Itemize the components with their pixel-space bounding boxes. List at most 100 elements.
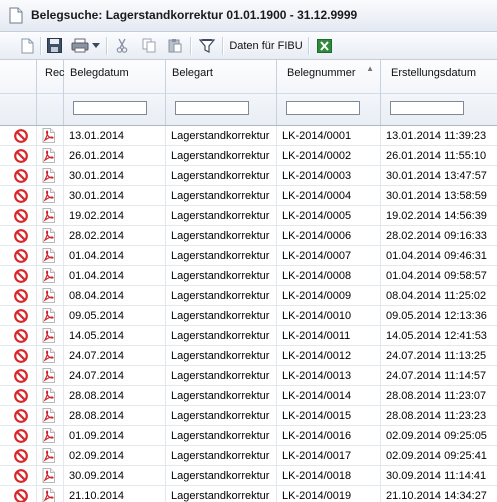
belegnummer-cell: LK-2014/0009 <box>277 286 381 306</box>
pdf-icon[interactable] <box>42 288 55 306</box>
paste-icon[interactable] <box>166 36 184 55</box>
belegart-cell: Lagerstandkorrektur <box>166 446 277 466</box>
pdf-icon[interactable] <box>42 168 55 186</box>
pdf-icon[interactable] <box>42 308 55 326</box>
table-row[interactable]: 28.08.2014 Lagerstandkorrektur LK-2014/001… <box>0 386 497 406</box>
filter-belegnummer[interactable] <box>286 101 360 115</box>
pdf-icon[interactable] <box>42 188 55 206</box>
cancel-icon[interactable] <box>14 489 28 502</box>
status-cell <box>0 166 37 186</box>
belegdatum-cell: 28.02.2014 <box>64 226 166 246</box>
column-header-rec[interactable]: Rec <box>37 60 65 125</box>
belegnummer-cell: LK-2014/0017 <box>277 446 381 466</box>
cancel-icon[interactable] <box>14 369 28 386</box>
pdf-icon[interactable] <box>42 488 55 502</box>
rec-cell <box>37 326 64 346</box>
pdf-icon[interactable] <box>42 148 55 166</box>
column-header-belegnummer[interactable]: Belegnummer ▲ <box>277 60 381 125</box>
status-cell <box>0 466 37 486</box>
cancel-icon[interactable] <box>14 389 28 406</box>
pdf-icon[interactable] <box>42 268 55 286</box>
cancel-icon[interactable] <box>14 249 28 266</box>
cancel-icon[interactable] <box>14 469 28 486</box>
belegart-cell: Lagerstandkorrektur <box>166 366 277 386</box>
belegnummer-cell: LK-2014/0006 <box>277 226 381 246</box>
pdf-icon[interactable] <box>42 248 55 266</box>
belegnummer-cell: LK-2014/0010 <box>277 306 381 326</box>
belegnummer-cell: LK-2014/0004 <box>277 186 381 206</box>
cancel-icon[interactable] <box>14 229 28 246</box>
pdf-icon[interactable] <box>42 388 55 406</box>
table-row[interactable]: 28.08.2014 Lagerstandkorrektur LK-2014/001… <box>0 406 497 426</box>
pdf-icon[interactable] <box>42 368 55 386</box>
table-row[interactable]: 21.10.2014 Lagerstandkorrektur LK-2014/001… <box>0 486 497 502</box>
copy-icon[interactable] <box>140 36 158 55</box>
cancel-icon[interactable] <box>14 189 28 206</box>
cancel-icon[interactable] <box>14 129 28 146</box>
belegnummer-cell: LK-2014/0016 <box>277 426 381 446</box>
erstellungsdatum-cell: 30.01.2014 13:58:59 <box>386 190 487 202</box>
filter-belegdatum[interactable] <box>73 101 147 115</box>
belegdatum-cell: 28.08.2014 <box>64 386 166 406</box>
table-row[interactable]: 01.04.2014 Lagerstandkorrektur LK-2014/000… <box>0 246 497 266</box>
cancel-icon[interactable] <box>14 429 28 446</box>
table-row[interactable]: 24.07.2014 Lagerstandkorrektur LK-2014/001… <box>0 346 497 366</box>
cancel-icon[interactable] <box>14 269 28 286</box>
pdf-icon[interactable] <box>42 408 55 426</box>
table-row[interactable]: 30.09.2014 Lagerstandkorrektur LK-2014/001… <box>0 466 497 486</box>
table-row[interactable]: 28.02.2014 Lagerstandkorrektur LK-2014/000… <box>0 226 497 246</box>
cancel-icon[interactable] <box>14 449 28 466</box>
belegnummer-cell: LK-2014/0011 <box>277 326 381 346</box>
pdf-icon[interactable] <box>42 228 55 246</box>
table-row[interactable]: 26.01.2014 Lagerstandkorrektur LK-2014/000… <box>0 146 497 166</box>
erstellungsdatum-cell: 13.01.2014 11:39:23 <box>386 130 487 142</box>
pdf-icon[interactable] <box>42 128 55 146</box>
pdf-icon[interactable] <box>42 428 55 446</box>
save-icon[interactable] <box>45 36 63 55</box>
cancel-icon[interactable] <box>14 329 28 346</box>
pdf-icon[interactable] <box>42 208 55 226</box>
filter-belegart[interactable] <box>175 101 249 115</box>
print-dropdown-icon[interactable] <box>91 36 101 55</box>
toolbar-separator <box>222 37 224 55</box>
belegart-cell: Lagerstandkorrektur <box>166 246 277 266</box>
cut-icon[interactable] <box>113 36 131 55</box>
cancel-icon[interactable] <box>14 289 28 306</box>
column-header-belegart[interactable]: Belegart <box>166 60 277 125</box>
table-row[interactable]: 30.01.2014 Lagerstandkorrektur LK-2014/000… <box>0 186 497 206</box>
print-icon[interactable] <box>70 36 90 55</box>
cancel-icon[interactable] <box>14 209 28 226</box>
filter-icon[interactable] <box>197 36 217 55</box>
toolbar-separator <box>308 37 310 55</box>
table-row[interactable]: 01.04.2014 Lagerstandkorrektur LK-2014/000… <box>0 266 497 286</box>
pdf-icon[interactable] <box>42 328 55 346</box>
table-row[interactable]: 09.05.2014 Lagerstandkorrektur LK-2014/001… <box>0 306 497 326</box>
table-row[interactable]: 13.01.2014 Lagerstandkorrektur LK-2014/000… <box>0 126 497 146</box>
belegnummer-cell: LK-2014/0003 <box>277 166 381 186</box>
table-row[interactable]: 02.09.2014 Lagerstandkorrektur LK-2014/001… <box>0 446 497 466</box>
belegnummer-cell: LK-2014/0002 <box>277 146 381 166</box>
cancel-icon[interactable] <box>14 409 28 426</box>
filter-erstellungsdatum[interactable] <box>390 101 464 115</box>
excel-icon[interactable] <box>315 36 333 55</box>
pdf-icon[interactable] <box>42 448 55 466</box>
cancel-icon[interactable] <box>14 149 28 166</box>
pdf-icon[interactable] <box>42 348 55 366</box>
table-row[interactable]: 30.01.2014 Lagerstandkorrektur LK-2014/000… <box>0 166 497 186</box>
pdf-icon[interactable] <box>42 468 55 486</box>
new-document-icon[interactable] <box>18 36 36 55</box>
cancel-icon[interactable] <box>14 309 28 326</box>
table-row[interactable]: 14.05.2014 Lagerstandkorrektur LK-2014/001… <box>0 326 497 346</box>
rec-cell <box>37 226 64 246</box>
table-row[interactable]: 19.02.2014 Lagerstandkorrektur LK-2014/000… <box>0 206 497 226</box>
cancel-icon[interactable] <box>14 169 28 186</box>
rec-cell <box>37 446 64 466</box>
belegart-cell: Lagerstandkorrektur <box>166 126 277 146</box>
table-row[interactable]: 01.09.2014 Lagerstandkorrektur LK-2014/001… <box>0 426 497 446</box>
table-row[interactable]: 24.07.2014 Lagerstandkorrektur LK-2014/001… <box>0 366 497 386</box>
table-row[interactable]: 08.04.2014 Lagerstandkorrektur LK-2014/000… <box>0 286 497 306</box>
column-header-erstellungsdatum[interactable]: Erstellungsdatum <box>381 60 497 125</box>
daten-fur-fibu-button[interactable]: Daten für FIBU <box>228 36 304 55</box>
column-header-belegdatum[interactable]: Belegdatum <box>64 60 166 125</box>
cancel-icon[interactable] <box>14 349 28 366</box>
